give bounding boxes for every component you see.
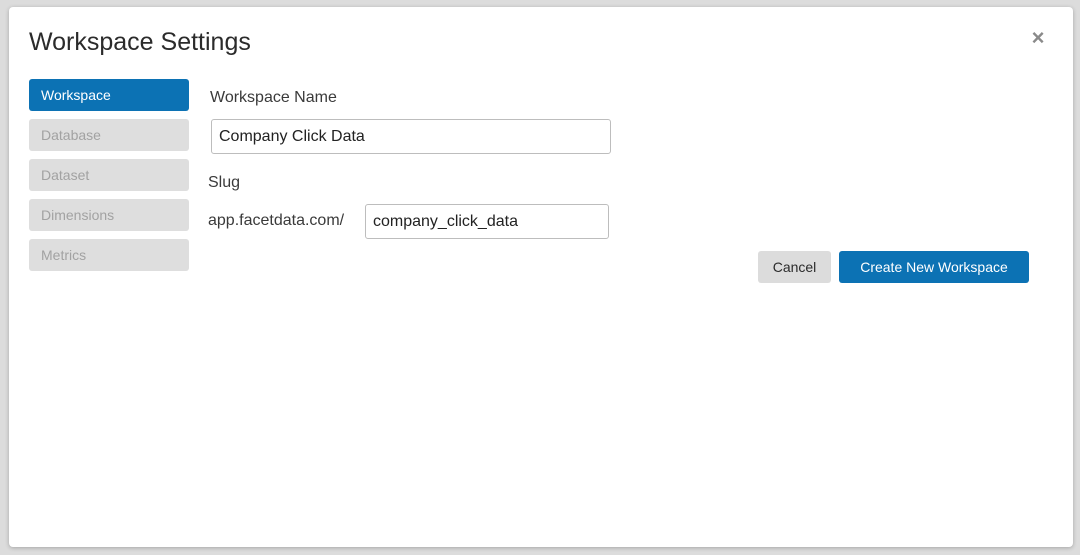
close-icon[interactable]: × (1029, 27, 1047, 49)
slug-label: Slug (208, 174, 241, 191)
sidebar-item-dimensions[interactable]: Dimensions (29, 199, 189, 231)
workspace-name-label: Workspace Name (210, 89, 337, 106)
dialog-title: Workspace Settings (29, 28, 251, 56)
create-new-workspace-button[interactable]: Create New Workspace (839, 251, 1029, 283)
sidebar-item-database[interactable]: Database (29, 119, 189, 151)
workspace-name-input[interactable] (211, 119, 611, 154)
sidebar-item-metrics[interactable]: Metrics (29, 239, 189, 271)
settings-sidebar: Workspace Database Dataset Dimensions Me… (29, 79, 189, 279)
slug-input[interactable] (365, 204, 609, 239)
workspace-settings-dialog: Workspace Settings × Workspace Database … (9, 7, 1073, 547)
cancel-button[interactable]: Cancel (758, 251, 831, 283)
slug-url-prefix: app.facetdata.com/ (208, 212, 345, 229)
sidebar-item-dataset[interactable]: Dataset (29, 159, 189, 191)
sidebar-item-workspace[interactable]: Workspace (29, 79, 189, 111)
